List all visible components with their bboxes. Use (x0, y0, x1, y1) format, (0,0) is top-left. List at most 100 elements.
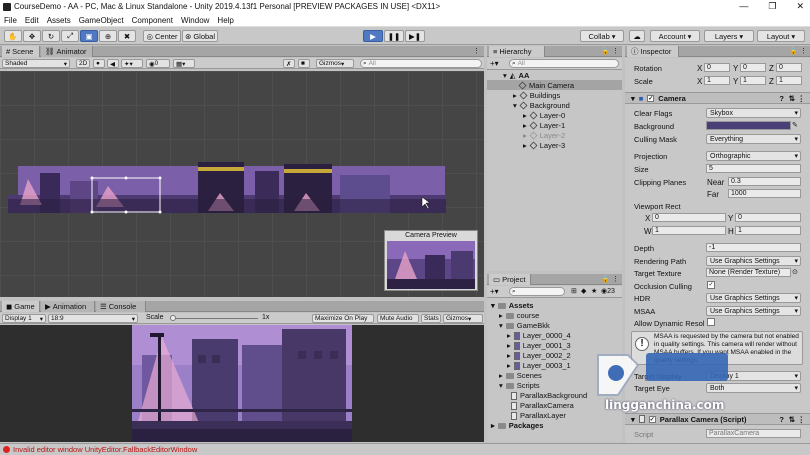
status-message[interactable]: Invalid editor window UnityEditor.Fallba… (13, 445, 197, 454)
menu-file[interactable]: File (4, 14, 17, 27)
camera-handle[interactable] (124, 176, 128, 180)
add-icon[interactable]: +▾ (490, 59, 499, 68)
tab-menu-icon[interactable]: ⋮ (473, 47, 480, 55)
viewport-w-field[interactable]: 1 (652, 226, 726, 235)
project-item-gamebkk[interactable]: ▾ GameBkk (499, 321, 550, 330)
project-item-parallaxbackground[interactable]: ParallaxBackground (511, 391, 587, 400)
enabled-checkbox[interactable]: ✓ (648, 415, 656, 423)
lock-icon[interactable]: 🔒 (601, 47, 610, 55)
hierarchy-item-buildings[interactable]: ▸ Buildings (513, 91, 560, 100)
close-icon[interactable]: ✕ (796, 1, 804, 12)
help-icon[interactable]: ? (779, 94, 784, 103)
project-item-scripts[interactable]: ▾ Scripts (499, 381, 540, 390)
tab-menu-icon[interactable]: ⋮ (612, 275, 619, 283)
component-menu-icon[interactable]: ⋮ (798, 94, 806, 103)
lock-icon[interactable]: 🔒 (789, 47, 798, 55)
background-color-field[interactable] (706, 121, 791, 130)
favorite-icon[interactable]: ★ (591, 287, 597, 295)
scene-search-input[interactable]: ⌕ All (360, 59, 482, 68)
camera-handle[interactable] (90, 210, 94, 214)
scale-x-field[interactable]: 1 (704, 76, 730, 85)
scale-y-field[interactable]: 1 (740, 76, 766, 85)
cloud-button[interactable]: ☁ (629, 30, 645, 42)
lighting-toggle[interactable]: ● (93, 59, 105, 68)
hierarchy-item-layer-0[interactable]: ▸ Layer-0 (523, 111, 565, 120)
help-icon[interactable]: ? (779, 415, 784, 424)
preset-icon[interactable]: ⇅ (789, 94, 795, 103)
viewport-x-field[interactable]: 0 (652, 213, 726, 222)
project-item-layer-0003-1[interactable]: ▸ Layer_0003_1 (507, 361, 571, 370)
eyedropper-icon[interactable]: ✎ (792, 121, 798, 129)
transform-tool-button[interactable]: ⊕ (99, 30, 117, 42)
stats-toggle[interactable]: Stats (421, 314, 441, 323)
layers-dropdown[interactable]: Layers ▾ (704, 30, 754, 42)
rotation-z-field[interactable]: 0 (776, 63, 802, 72)
tab-inspector[interactable]: ⓘ Inspector (627, 46, 679, 57)
filter-label-icon[interactable]: ◆ (581, 287, 586, 295)
tab-scene[interactable]: # Scene (2, 46, 40, 57)
minimize-icon[interactable]: — (739, 1, 748, 12)
mute-audio-toggle[interactable]: Mute Audio (377, 314, 419, 323)
scale-tool-button[interactable]: ⤢ (61, 30, 79, 42)
project-item-course[interactable]: ▸ course (499, 311, 539, 320)
gizmos-dropdown[interactable]: Gizmos ▾ (316, 59, 354, 68)
2d-toggle[interactable]: 2D (76, 59, 90, 68)
camera-settings-button[interactable]: ■ (298, 59, 310, 68)
menu-help[interactable]: Help (217, 14, 233, 27)
depth-field[interactable]: -1 (706, 243, 801, 252)
tab-game[interactable]: ◼ Game (2, 301, 40, 312)
tools-button[interactable]: ✗ (283, 59, 295, 68)
tab-animator[interactable]: ⛓ Animator (41, 46, 93, 57)
scene-view[interactable]: Camera Preview (0, 71, 484, 297)
camera-component-header[interactable]: ▾ ■ ✓ Camera ? ⇅ ⋮ (625, 92, 810, 104)
project-item-layer-0001-3[interactable]: ▸ Layer_0001_3 (507, 341, 571, 350)
game-view[interactable] (0, 325, 484, 442)
rotation-y-field[interactable]: 0 (740, 63, 766, 72)
project-item-layer-0000-4[interactable]: ▸ Layer_0000_4 (507, 331, 571, 340)
pivot-global-button[interactable]: ⊛ Global (182, 30, 218, 42)
project-item-parallaxcamera[interactable]: ParallaxCamera (511, 401, 574, 410)
viewport-y-field[interactable]: 0 (735, 213, 801, 222)
rect-tool-button[interactable]: ▣ (80, 30, 98, 42)
clear-flags-dropdown[interactable]: Skybox (706, 108, 801, 118)
project-item-layer-0002-2[interactable]: ▸ Layer_0002_2 (507, 351, 571, 360)
camera-handle[interactable] (158, 176, 162, 180)
viewport-h-field[interactable]: 1 (735, 226, 801, 235)
target-texture-field[interactable]: None (Render Texture) (706, 268, 791, 277)
occlusion-culling-checkbox[interactable]: ✓ (707, 281, 715, 289)
aspect-dropdown[interactable]: 18:9 ▾ (48, 314, 138, 323)
pivot-center-button[interactable]: ◎ Center (143, 30, 181, 42)
custom-tool-button[interactable]: ✖ (118, 30, 136, 42)
tab-project[interactable]: ▭ Project (489, 274, 531, 285)
layout-dropdown[interactable]: Layout ▾ (757, 30, 805, 42)
scale-z-field[interactable]: 1 (776, 76, 802, 85)
parallax-camera-component-header[interactable]: ▾ ✓ Parallax Camera (Script) ? ⇅ ⋮ (625, 413, 810, 425)
hierarchy-item-background[interactable]: ▾ Background (513, 101, 570, 110)
menu-gameobject[interactable]: GameObject (79, 14, 124, 27)
hidden-packages-count[interactable]: ◉23 (601, 287, 615, 295)
effects-dropdown[interactable]: ✦▾ (121, 59, 143, 68)
hierarchy-item-main-camera[interactable]: Main Camera (518, 81, 574, 90)
hidden-objects-count[interactable]: ◉ 0 (146, 59, 170, 68)
hierarchy-item-aa[interactable]: ▾ ◭ AA (503, 71, 529, 80)
play-button[interactable]: ▶ (363, 30, 383, 42)
projection-dropdown[interactable]: Orthographic (706, 151, 801, 161)
maximize-on-play-toggle[interactable]: Maximize On Play (312, 314, 374, 323)
hierarchy-item-layer-3[interactable]: ▸ Layer-3 (523, 141, 565, 150)
menu-window[interactable]: Window (181, 14, 209, 27)
hierarchy-search-input[interactable]: ⌕ All (509, 59, 619, 68)
hierarchy-item-layer-2[interactable]: ▸ Layer-2 (523, 131, 565, 140)
hand-tool-button[interactable]: ✋ (4, 30, 22, 42)
filter-type-icon[interactable]: ⊞ (571, 287, 577, 295)
pause-button[interactable]: ❚❚ (384, 30, 404, 42)
tab-hierarchy[interactable]: ≡ Hierarchy (489, 46, 545, 57)
menu-component[interactable]: Component (132, 14, 173, 27)
move-tool-button[interactable]: ✥ (23, 30, 41, 42)
menu-assets[interactable]: Assets (47, 14, 71, 27)
collab-dropdown[interactable]: Collab ▾ (580, 30, 624, 42)
tab-console[interactable]: ☰ Console (96, 301, 146, 312)
near-field[interactable]: 0.3 (728, 177, 801, 186)
audio-toggle[interactable]: ◀ (107, 59, 119, 68)
add-icon[interactable]: +▾ (490, 287, 499, 296)
shading-dropdown[interactable]: Shaded ▾ (2, 59, 70, 68)
